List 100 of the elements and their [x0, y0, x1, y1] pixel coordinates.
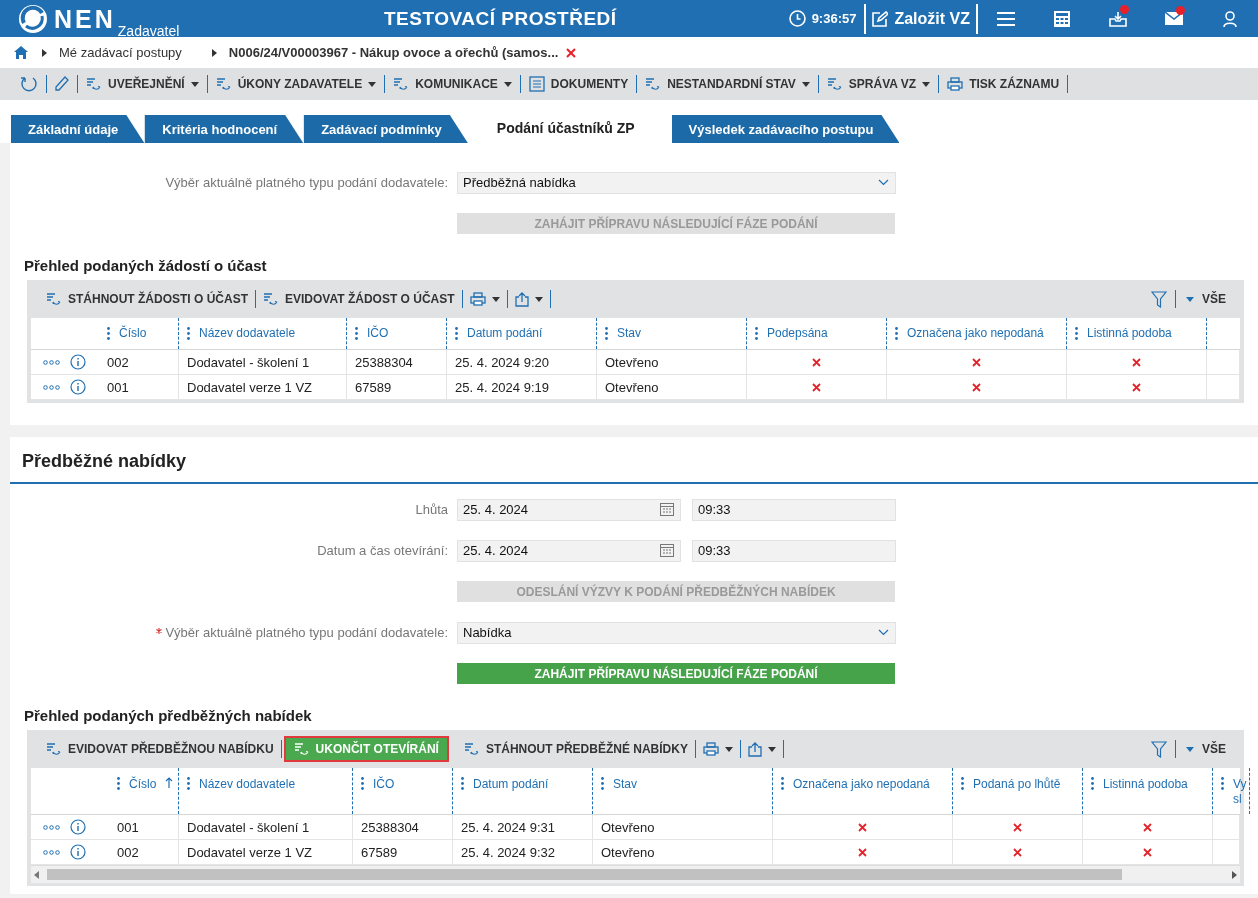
table-cell: Otevřeno: [597, 350, 747, 374]
select-field[interactable]: Předběžná nabídka: [457, 171, 896, 194]
column-header[interactable]: Stav: [597, 318, 747, 349]
column-header[interactable]: Listinná podoba: [1083, 768, 1213, 814]
calculator-icon[interactable]: [1054, 10, 1070, 27]
list-icon: [463, 742, 480, 756]
grid-action-button[interactable]: STÁHNOUT PŘEDBĚŽNÉ NABÍDKY: [456, 740, 696, 758]
column-header[interactable]: IČO: [353, 768, 453, 814]
tab[interactable]: Zadávací podmínky: [303, 115, 468, 143]
create-contract-button[interactable]: Založit VZ: [864, 3, 978, 34]
select-field[interactable]: Nabídka: [457, 621, 896, 644]
column-menu-icon: [601, 777, 604, 790]
tab[interactable]: Základní údaje: [10, 115, 145, 143]
share-icon: [747, 741, 762, 757]
caret-icon: [767, 746, 776, 752]
breadcrumb-link[interactable]: Mé zadávací postupy: [59, 45, 182, 60]
toolbar-menu[interactable]: UVEŘEJNĚNÍ: [78, 75, 208, 93]
logo-subtitle: Zadavatel: [117, 23, 180, 38]
column-header[interactable]: Podepsána: [747, 318, 887, 349]
time-field[interactable]: 09:33: [692, 498, 896, 521]
printer-icon: [469, 292, 486, 306]
caret-icon: [491, 296, 500, 302]
breadcrumb-link[interactable]: N006/24/V00003967 - Nákup ovoce a ořechů (samos...: [228, 45, 559, 60]
caret-icon: [368, 81, 377, 87]
table-cell: Dodavatel - školení 1: [179, 815, 353, 839]
filter-icon[interactable]: [1151, 290, 1167, 308]
more-icon[interactable]: [43, 824, 60, 830]
toolbar-button[interactable]: TISK ZÁZNAMU: [939, 75, 1069, 93]
view-filter-button[interactable]: VŠE: [1175, 740, 1240, 758]
toolbar-menu[interactable]: NESTANDARDNÍ STAV: [637, 75, 819, 93]
scroll-right-icon[interactable]: [1232, 870, 1237, 879]
column-header[interactable]: Označena jako nepodaná: [887, 318, 1067, 349]
user-icon[interactable]: [1223, 10, 1237, 27]
list-icon: [826, 77, 843, 91]
list-icon: [215, 77, 232, 91]
column-header[interactable]: Vy sl: [1213, 768, 1250, 814]
field-label: Datum a čas otevírání:: [316, 543, 448, 558]
grid-action-button[interactable]: EVIDOVAT PŘEDBĚŽNOU NABÍDKU: [39, 740, 282, 758]
toolbar-menu[interactable]: KOMUNIKACE: [385, 75, 521, 93]
view-filter-button[interactable]: VŠE: [1175, 290, 1240, 308]
environment-title: TESTOVACÍ PROSTŘEDÍ: [383, 7, 618, 30]
caret-icon: [922, 81, 931, 87]
info-icon[interactable]: [70, 819, 86, 835]
column-header[interactable]: Číslo: [109, 768, 179, 814]
inbox-icon[interactable]: [1109, 10, 1127, 27]
more-icon[interactable]: [43, 359, 60, 365]
column-header[interactable]: Označena jako nepodaná: [773, 768, 953, 814]
info-icon[interactable]: [70, 379, 86, 395]
menu-icon[interactable]: [997, 11, 1015, 26]
field-label: Výběr aktuálně platného typu podání dodavatele:: [164, 175, 448, 190]
column-header[interactable]: Stav: [593, 768, 773, 814]
toolbar-menu[interactable]: SPRÁVA VZ: [818, 75, 940, 93]
column-menu-icon: [961, 777, 964, 790]
grid-action-button[interactable]: EVIDOVAT ŽÁDOST O ÚČAST: [256, 290, 463, 308]
table-cell: Dodavatel verze 1 VZ: [179, 840, 353, 864]
toolbar-button[interactable]: DOKUMENTY: [520, 75, 638, 93]
home-icon[interactable]: [14, 46, 28, 59]
tab[interactable]: Kritéria hodnocení: [144, 115, 304, 143]
date-field[interactable]: 25. 4. 2024: [457, 539, 681, 562]
column-menu-icon: [461, 777, 464, 790]
column-header[interactable]: Číslo: [99, 318, 179, 349]
toolbar-menu[interactable]: ÚKONY ZADAVATELE: [207, 75, 386, 93]
time-field[interactable]: 09:33: [692, 539, 896, 562]
list-icon: [263, 292, 279, 306]
more-icon[interactable]: [43, 384, 60, 390]
table-cell: 67589: [353, 840, 453, 864]
column-header[interactable]: Datum podání: [453, 768, 593, 814]
caret-icon: [534, 296, 543, 302]
column-header[interactable]: Listinná podoba: [1067, 318, 1207, 349]
column-header[interactable]: Název dodavatele: [179, 318, 347, 349]
table-cell: Otevřeno: [593, 815, 773, 839]
info-icon[interactable]: [70, 844, 86, 860]
column-header[interactable]: Podaná po lhůtě: [953, 768, 1083, 814]
info-icon[interactable]: [70, 354, 86, 370]
table-cell: 25. 4. 2024 9:19: [447, 375, 597, 399]
column-header[interactable]: IČO: [347, 318, 447, 349]
more-icon[interactable]: [43, 849, 60, 855]
caret-icon: [503, 81, 512, 87]
horizontal-scrollbar[interactable]: [31, 865, 1240, 883]
close-icon[interactable]: [566, 47, 577, 58]
edit-icon: [872, 10, 889, 27]
caret-icon: [724, 746, 733, 752]
grid-action-button[interactable]: UKONČIT OTEVÍRÁNÍ: [283, 736, 449, 762]
list-icon: [46, 742, 62, 756]
date-field[interactable]: 25. 4. 2024: [457, 498, 681, 521]
table-cell: 25388304: [347, 350, 447, 374]
action-button[interactable]: ZAHÁJIT PŘÍPRAVU NÁSLEDUJÍCÍ FÁZE PODÁNÍ: [457, 663, 895, 684]
section-title: Předběžné nabídky: [10, 437, 1258, 484]
column-menu-icon: [187, 327, 190, 340]
scroll-left-icon[interactable]: [34, 870, 39, 879]
list-icon: [645, 77, 662, 91]
column-header[interactable]: Datum podání: [447, 318, 597, 349]
filter-icon[interactable]: [1151, 740, 1167, 758]
column-header[interactable]: Název dodavatele: [179, 768, 353, 814]
table-cell: 25. 4. 2024 9:20: [447, 350, 597, 374]
tab[interactable]: Výsledek zadávacího postupu: [670, 115, 900, 143]
table-cell: 002: [109, 840, 179, 864]
calendar-icon: [660, 503, 674, 516]
grid-action-button[interactable]: STÁHNOUT ŽÁDOSTI O ÚČAST: [39, 290, 256, 308]
mail-icon[interactable]: [1165, 12, 1183, 25]
